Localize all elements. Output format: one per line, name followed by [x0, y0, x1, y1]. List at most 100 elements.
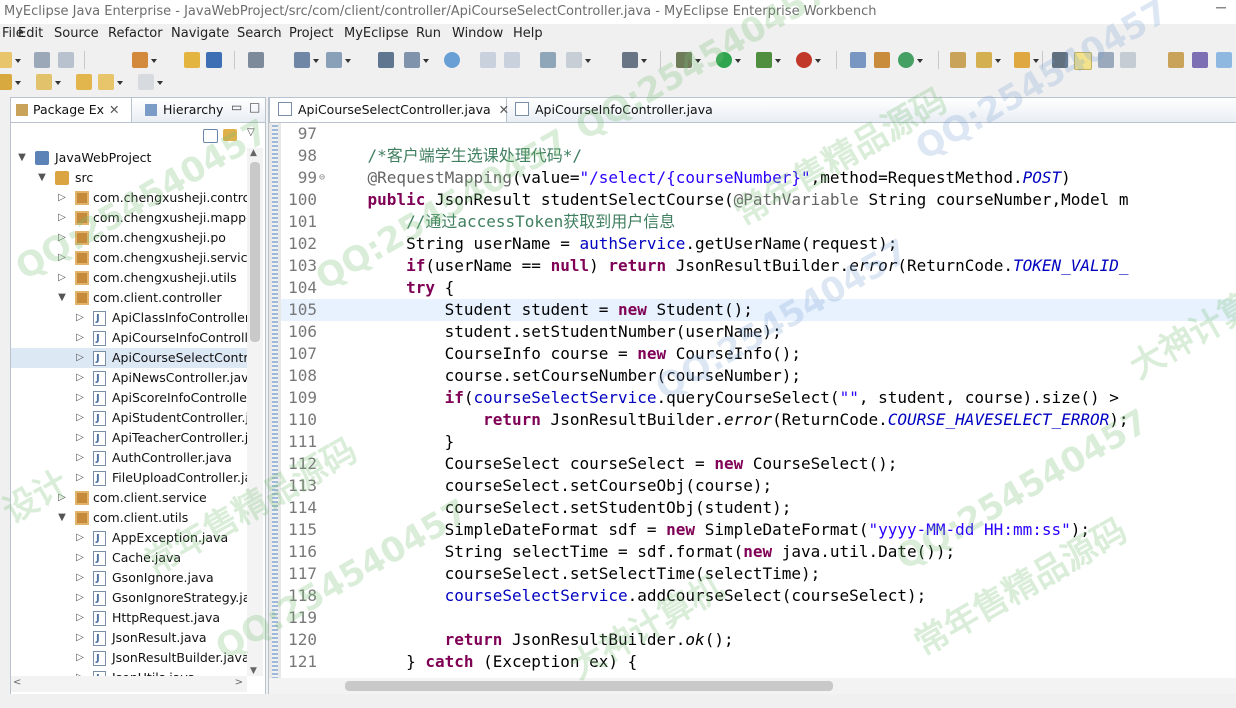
- debug-icon[interactable]: [676, 52, 701, 68]
- report-icon[interactable]: [540, 52, 556, 68]
- tree-item-file[interactable]: ▷ JsonResultBuilder.java: [11, 648, 247, 669]
- perspective-java-icon[interactable]: [1216, 52, 1232, 68]
- tree-item-file[interactable]: ▷ GsonIgnore.java: [11, 568, 247, 589]
- menu-refactor[interactable]: Refactor: [108, 24, 163, 44]
- print-icon[interactable]: [58, 52, 74, 68]
- perspective-myeclipse-icon[interactable]: [1192, 52, 1208, 68]
- expand-arrow-icon[interactable]: ▷: [75, 588, 85, 608]
- expand-arrow-icon[interactable]: ▷: [75, 368, 85, 388]
- menu-navigate[interactable]: Navigate: [171, 24, 229, 44]
- last-edit-location-icon[interactable]: [76, 74, 92, 90]
- tree-item-package[interactable]: ▷ com.chengxusheji.controller: [11, 188, 247, 208]
- open-resource-icon[interactable]: [184, 52, 200, 68]
- database-icon[interactable]: [404, 52, 429, 68]
- tree-item-file[interactable]: ▷ JsonResult.java: [11, 628, 247, 649]
- sql-icon[interactable]: [378, 52, 394, 68]
- expand-arrow-icon[interactable]: ▷: [75, 448, 85, 468]
- tree-item-file[interactable]: ▷ ApiStudentController.java: [11, 408, 247, 429]
- new-class-icon[interactable]: [874, 52, 890, 68]
- collapse-arrow-icon[interactable]: ▼: [37, 168, 47, 188]
- expand-arrow-icon[interactable]: ▷: [75, 568, 85, 588]
- expand-arrow-icon[interactable]: ▷: [75, 388, 85, 408]
- tree-item-file[interactable]: ▷ JsonUtils.java: [11, 668, 247, 676]
- highlight-icon[interactable]: [1074, 52, 1092, 70]
- toggle-mark-icon[interactable]: [1052, 52, 1068, 68]
- tab-package-explorer[interactable]: Package Ex ✕: [11, 98, 132, 122]
- terminal-icon[interactable]: [248, 52, 264, 68]
- minimize-icon[interactable]: [1214, 1, 1228, 15]
- menu-window[interactable]: Window: [452, 24, 503, 44]
- menu-run[interactable]: Run: [416, 24, 441, 44]
- link-with-editor-icon[interactable]: [223, 129, 237, 141]
- expand-arrow-icon[interactable]: ▷: [75, 668, 85, 676]
- expand-arrow-icon[interactable]: ▷: [75, 648, 85, 668]
- build-icon[interactable]: [206, 52, 222, 68]
- outline-icon[interactable]: [566, 52, 591, 68]
- tree-item-file[interactable]: ▷ GsonIgnoreStrategy.java: [11, 588, 247, 609]
- run-icon[interactable]: [716, 52, 741, 68]
- new-icon[interactable]: [0, 52, 21, 68]
- expand-arrow-icon[interactable]: ▷: [57, 188, 67, 208]
- tree-item-file[interactable]: ▷ AppException.java: [11, 528, 247, 549]
- expand-arrow-icon[interactable]: ▷: [75, 608, 85, 628]
- expand-arrow-icon[interactable]: ▷: [57, 228, 67, 248]
- scroll-left-icon[interactable]: <: [13, 677, 21, 688]
- expand-arrow-icon[interactable]: ▷: [75, 408, 85, 428]
- tree-item-file-selected[interactable]: ▷ ApiCourseSelectController.java: [11, 348, 247, 369]
- next-annotation-icon[interactable]: [0, 74, 21, 90]
- menu-source[interactable]: Source: [54, 24, 99, 44]
- new-package-icon[interactable]: [850, 52, 866, 68]
- scrollbar-thumb[interactable]: [250, 162, 260, 342]
- forward-icon[interactable]: [138, 74, 163, 90]
- tree-item-package[interactable]: ▷ com.chengxusheji.mapper: [11, 208, 247, 228]
- tree-item-package[interactable]: ▼ com.client.utils: [11, 508, 247, 528]
- browser-icon[interactable]: [444, 52, 460, 68]
- expand-arrow-icon[interactable]: ▷: [75, 308, 85, 328]
- expand-arrow-icon[interactable]: ▷: [57, 248, 67, 268]
- menu-search[interactable]: Search: [237, 24, 282, 44]
- open-perspective-icon[interactable]: [1168, 52, 1184, 68]
- server-icon[interactable]: [326, 52, 351, 68]
- scroll-right-icon[interactable]: >: [235, 677, 243, 688]
- expand-arrow-icon[interactable]: ▷: [75, 348, 85, 368]
- tree-item-file[interactable]: ▷ Cache.java: [11, 548, 247, 569]
- expand-arrow-icon[interactable]: ▷: [75, 328, 85, 348]
- block-selection-icon[interactable]: [1098, 52, 1114, 68]
- folder-icon[interactable]: [1014, 52, 1039, 68]
- cut-icon[interactable]: [480, 52, 496, 68]
- collapse-arrow-icon[interactable]: ▼: [57, 508, 67, 528]
- maximize-view-icon[interactable]: □: [249, 100, 260, 114]
- tree-item-file[interactable]: ▷ ApiClassInfoController.java: [11, 308, 247, 329]
- tree-item-project[interactable]: ▼ JavaWebProject: [11, 148, 247, 168]
- expand-arrow-icon[interactable]: ▷: [57, 488, 67, 508]
- open-task-icon[interactable]: [950, 52, 966, 68]
- package-explorer-vertical-scrollbar[interactable]: ▲ ▼: [247, 148, 263, 676]
- expand-arrow-icon[interactable]: ▷: [57, 208, 67, 228]
- tree-item-file[interactable]: ▷ ApiTeacherController.java: [11, 428, 247, 449]
- open-type-icon[interactable]: [132, 52, 157, 68]
- search-icon[interactable]: [976, 52, 1001, 68]
- tree-item-package[interactable]: ▷ com.client.service: [11, 488, 247, 508]
- menu-myeclipse[interactable]: MyEclipse: [344, 24, 409, 44]
- menu-edit[interactable]: Edit: [18, 24, 43, 44]
- expand-arrow-icon[interactable]: ▷: [57, 268, 67, 288]
- save-icon[interactable]: [34, 52, 50, 68]
- expand-arrow-icon[interactable]: ▷: [75, 628, 85, 648]
- expand-arrow-icon[interactable]: ▷: [75, 428, 85, 448]
- editor-tab-active[interactable]: ApiCourseSelectController.java ✕: [269, 98, 509, 122]
- fold-icon[interactable]: ⊖: [319, 167, 325, 189]
- editor-horizontal-scrollbar[interactable]: [269, 678, 1236, 694]
- deploy-icon[interactable]: [294, 52, 319, 68]
- expand-arrow-icon[interactable]: ▷: [75, 528, 85, 548]
- menu-project[interactable]: Project: [289, 24, 333, 44]
- tree-item-file[interactable]: ▷ FileUploadController.java: [11, 468, 247, 489]
- tree-item-package[interactable]: ▼ com.client.controller: [11, 288, 247, 308]
- close-tab-icon[interactable]: ✕: [499, 102, 509, 117]
- tree-item-package[interactable]: ▷ com.chengxusheji.utils: [11, 268, 247, 288]
- tree-item-file[interactable]: ▷ ApiNewsController.java: [11, 368, 247, 389]
- tree-item-file[interactable]: ▷ ApiCourseInfoController.java: [11, 328, 247, 349]
- copy-icon[interactable]: [504, 52, 520, 68]
- scroll-up-icon[interactable]: ▲: [250, 148, 257, 158]
- tree-item-package[interactable]: ▷ com.chengxusheji.service: [11, 248, 247, 268]
- code-area[interactable]: 97 98 /*客户端学生选课处理代码*/ 99 ⊖ @RequestMappin…: [281, 123, 1236, 678]
